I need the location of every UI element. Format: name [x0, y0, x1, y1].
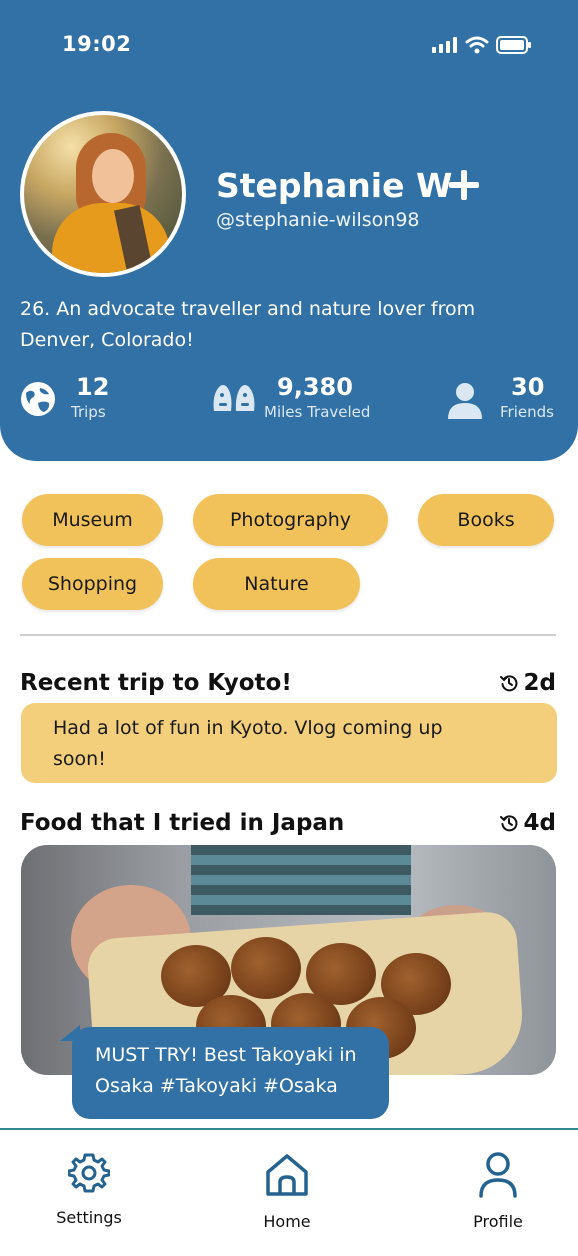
wifi-icon — [465, 36, 489, 54]
nav-settings[interactable]: Settings — [29, 1152, 149, 1242]
status-bar: 19:02 — [0, 0, 578, 92]
home-icon — [264, 1152, 310, 1198]
miles-count: 9,380 — [277, 373, 353, 401]
globe-icon — [20, 381, 56, 417]
friends-count: 30 — [511, 373, 544, 401]
battery-icon — [496, 36, 532, 54]
interest-chip-photography[interactable]: Photography — [193, 494, 388, 546]
interest-chip-museum[interactable]: Museum — [22, 494, 163, 546]
post-caption: MUST TRY! Best Takoyaki in Osaka #Takoya… — [72, 1027, 389, 1119]
avatar[interactable] — [20, 111, 186, 277]
status-time: 19:02 — [62, 32, 131, 56]
post-time-label: 2d — [524, 670, 556, 696]
person-outline-icon — [478, 1152, 518, 1198]
history-icon — [500, 674, 518, 692]
bottom-nav: Settings Home Profile — [0, 1128, 578, 1256]
nav-home-label: Home — [227, 1212, 347, 1231]
status-icons — [432, 36, 532, 54]
gear-icon — [68, 1152, 110, 1194]
post-title[interactable]: Recent trip to Kyoto! — [20, 670, 292, 696]
divider — [20, 634, 556, 636]
stat-miles[interactable]: 9,380 Miles Traveled — [211, 373, 391, 423]
stat-trips[interactable]: 12 Trips — [20, 373, 130, 423]
nav-profile[interactable]: Profile — [438, 1152, 558, 1242]
interest-chip-shopping[interactable]: Shopping — [22, 558, 163, 610]
trips-count: 12 — [76, 373, 109, 401]
person-icon — [446, 381, 484, 419]
interest-chip-books[interactable]: Books — [418, 494, 554, 546]
plus-icon — [449, 170, 479, 200]
post-time: 4d — [500, 810, 556, 836]
friends-label: Friends — [500, 403, 554, 421]
profile-bio: 26. An advocate traveller and nature lov… — [20, 294, 540, 356]
post-time: 2d — [500, 670, 556, 696]
nav-profile-label: Profile — [438, 1212, 558, 1231]
miles-label: Miles Traveled — [264, 403, 370, 421]
interest-chip-nature[interactable]: Nature — [193, 558, 360, 610]
add-friend-button[interactable] — [446, 166, 482, 206]
nav-home[interactable]: Home — [227, 1152, 347, 1242]
stat-friends[interactable]: 30 Friends — [446, 373, 566, 423]
footprints-icon — [211, 381, 257, 415]
profile-name: Stephanie W — [216, 166, 452, 205]
trips-label: Trips — [71, 403, 106, 421]
post-text: Had a lot of fun in Kyoto. Vlog coming u… — [21, 703, 557, 783]
nav-settings-label: Settings — [29, 1208, 149, 1227]
post-title[interactable]: Food that I tried in Japan — [20, 810, 344, 836]
profile-header: 19:02 Stephanie W — [0, 0, 578, 461]
history-icon — [500, 814, 518, 832]
signal-icon — [432, 37, 458, 53]
profile-handle: @stephanie-wilson98 — [216, 209, 420, 231]
post-time-label: 4d — [524, 810, 556, 836]
